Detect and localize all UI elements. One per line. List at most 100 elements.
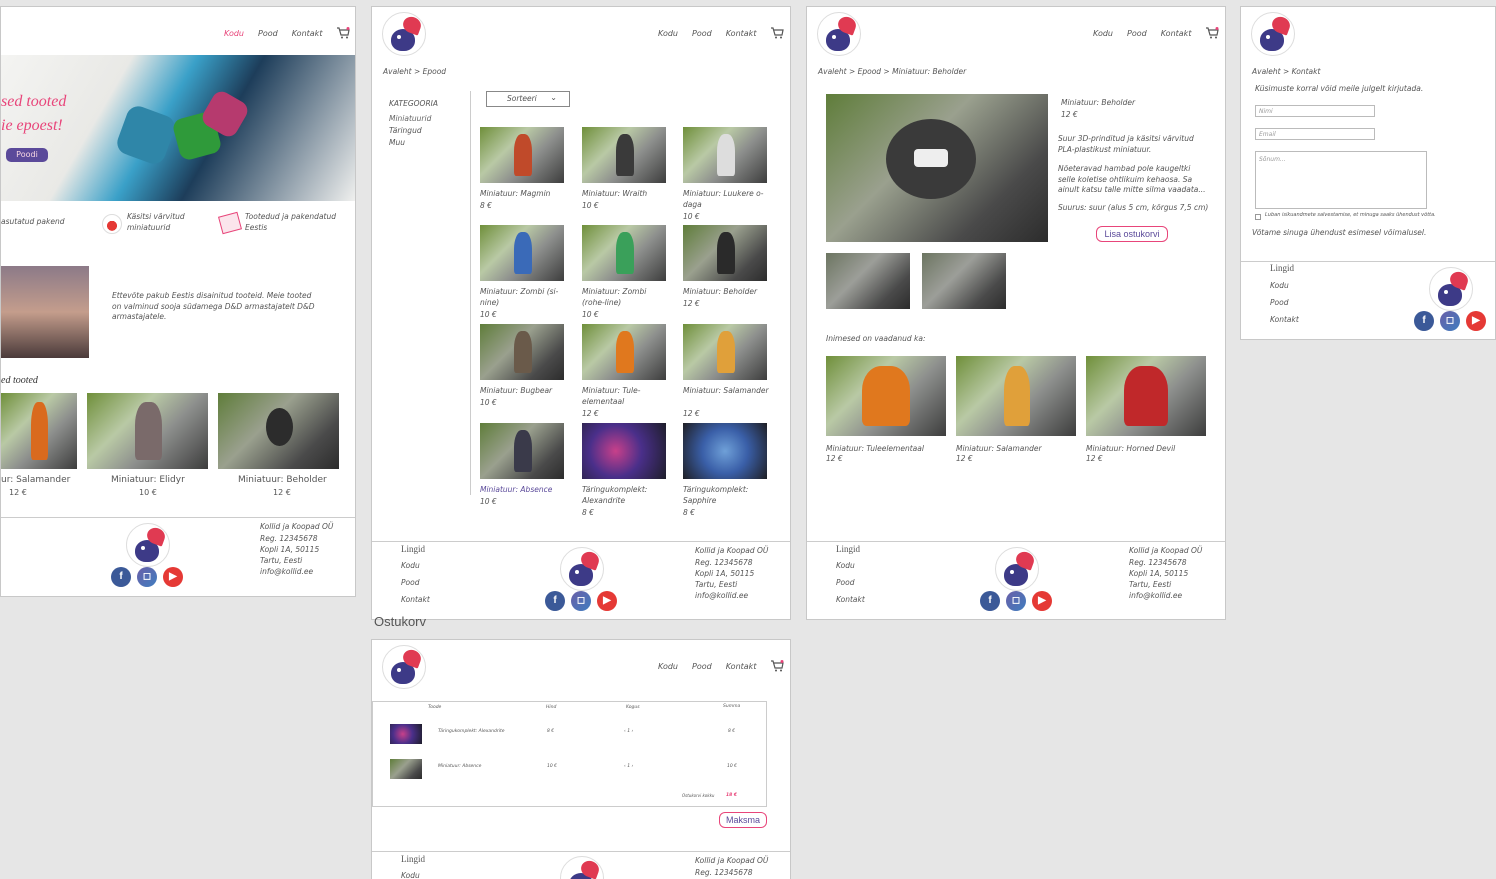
footer-link-home[interactable]: Kodu xyxy=(836,561,855,572)
home-product-name-2[interactable]: Miniatuur: Elidyr xyxy=(111,474,185,487)
related-name-2[interactable]: Miniatuur: Salamander xyxy=(956,444,1042,455)
nav-home-link[interactable]: Kodu xyxy=(1093,29,1113,38)
product-name[interactable]: Miniatuur: Wraith xyxy=(582,189,670,200)
nav-home-link[interactable]: Kodu xyxy=(658,662,678,671)
instagram-icon[interactable]: ◻ xyxy=(1440,311,1460,331)
cart-icon[interactable] xyxy=(1205,27,1220,39)
product-image[interactable] xyxy=(480,127,564,183)
product-image[interactable] xyxy=(480,324,564,380)
home-product-name-3[interactable]: Miniatuur: Beholder xyxy=(238,474,327,487)
name-field[interactable]: Nimi xyxy=(1255,105,1375,117)
product-name[interactable]: Miniatuur: Bugbear xyxy=(480,386,568,397)
cart-row-qty-1[interactable]: ‹ 1 › xyxy=(624,729,633,735)
product-name[interactable]: Miniatuur: Zombi (si-nine) xyxy=(480,287,568,308)
related-image-1[interactable] xyxy=(826,356,946,436)
nav-contact-link[interactable]: Kontakt xyxy=(726,29,757,38)
nav-shop-link[interactable]: Pood xyxy=(692,662,712,671)
footer-link-home[interactable]: Kodu xyxy=(401,871,420,879)
cart-row-qty-2[interactable]: ‹ 1 › xyxy=(624,764,633,770)
logo-icon[interactable] xyxy=(1251,12,1295,56)
hero-shop-button[interactable]: Poodi xyxy=(6,148,48,162)
nav-contact-link[interactable]: Kontakt xyxy=(726,662,757,671)
nav-contact-link[interactable]: Kontakt xyxy=(292,29,323,38)
footer-link-contact[interactable]: Kontakt xyxy=(836,595,865,606)
product-name[interactable]: Miniatuur: Beholder xyxy=(683,287,771,298)
home-product-image-3[interactable] xyxy=(218,393,339,469)
related-image-2[interactable] xyxy=(956,356,1076,436)
footer-logo-icon[interactable] xyxy=(995,547,1039,591)
youtube-icon[interactable]: ▶ xyxy=(1466,311,1486,331)
company-email[interactable]: info@kollid.ee xyxy=(1129,591,1182,602)
product-image[interactable] xyxy=(582,324,666,380)
home-product-image-2[interactable] xyxy=(87,393,208,469)
footer-logo-icon[interactable] xyxy=(1429,267,1473,311)
cart-icon[interactable] xyxy=(770,660,785,672)
nav-contact-link[interactable]: Kontakt xyxy=(1161,29,1192,38)
instagram-icon[interactable]: ◻ xyxy=(1006,591,1026,611)
footer-link-home[interactable]: Kodu xyxy=(1270,281,1289,292)
related-image-3[interactable] xyxy=(1086,356,1206,436)
related-name-1[interactable]: Miniatuur: Tuleelementaal xyxy=(826,444,924,455)
pay-button[interactable]: Maksma xyxy=(719,812,767,828)
facebook-icon[interactable]: f xyxy=(111,567,131,587)
product-name[interactable]: Miniatuur: Magmin xyxy=(480,189,568,200)
cart-icon[interactable] xyxy=(336,27,351,39)
company-email[interactable]: info@kollid.ee xyxy=(260,567,313,578)
category-other[interactable]: Muu xyxy=(389,138,405,149)
company-email[interactable]: info@kollid.ee xyxy=(695,591,748,602)
breadcrumb[interactable]: Avaleht > Epood > Miniatuur: Beholder xyxy=(818,67,966,78)
product-thumbnail-1[interactable] xyxy=(826,253,910,309)
nav-shop-link[interactable]: Pood xyxy=(692,29,712,38)
cart-row-name-1[interactable]: Täringukomplekt: Alexandrite xyxy=(438,729,505,735)
product-image[interactable] xyxy=(480,225,564,281)
instagram-icon[interactable]: ◻ xyxy=(571,591,591,611)
sort-dropdown[interactable]: Sorteeri ⌄ xyxy=(486,91,570,107)
email-field[interactable]: Email xyxy=(1255,128,1375,140)
product-image[interactable] xyxy=(582,423,666,479)
breadcrumb[interactable]: Avaleht > Epood xyxy=(383,67,446,78)
related-name-3[interactable]: Miniatuur: Horned Devil xyxy=(1086,444,1175,455)
cart-row-name-2[interactable]: Miniatuur: Absence xyxy=(438,764,481,770)
product-image[interactable] xyxy=(683,225,767,281)
footer-logo-icon[interactable] xyxy=(560,547,604,591)
youtube-icon[interactable]: ▶ xyxy=(597,591,617,611)
youtube-icon[interactable]: ▶ xyxy=(163,567,183,587)
cart-icon[interactable] xyxy=(770,27,785,39)
logo-icon[interactable] xyxy=(382,12,426,56)
facebook-icon[interactable]: f xyxy=(980,591,1000,611)
nav-home-link[interactable]: Kodu xyxy=(224,29,244,38)
footer-link-contact[interactable]: Kontakt xyxy=(1270,315,1299,326)
footer-logo-icon[interactable] xyxy=(126,523,170,567)
footer-link-home[interactable]: Kodu xyxy=(401,561,420,572)
product-name[interactable]: Miniatuur: Salamander xyxy=(683,386,771,397)
logo-icon[interactable] xyxy=(817,12,861,56)
product-name[interactable]: Täringukomplekt: Alexandrite xyxy=(582,485,670,506)
home-product-name-1[interactable]: ur: Salamander xyxy=(1,474,70,487)
product-image[interactable] xyxy=(683,127,767,183)
nav-shop-link[interactable]: Pood xyxy=(1127,29,1147,38)
product-name[interactable]: Miniatuur: Luukere o-daga xyxy=(683,189,771,210)
product-image[interactable] xyxy=(683,423,767,479)
logo-icon[interactable] xyxy=(382,645,426,689)
product-name[interactable]: Täringukomplekt: Sapphire xyxy=(683,485,771,506)
instagram-icon[interactable]: ◻ xyxy=(137,567,157,587)
product-image[interactable] xyxy=(683,324,767,380)
nav-shop-link[interactable]: Pood xyxy=(258,29,278,38)
product-name[interactable]: Miniatuur: Tule-elementaal xyxy=(582,386,670,407)
facebook-icon[interactable]: f xyxy=(1414,311,1434,331)
add-to-cart-button[interactable]: Lisa ostukorvi xyxy=(1096,226,1168,242)
youtube-icon[interactable]: ▶ xyxy=(1032,591,1052,611)
nav-home-link[interactable]: Kodu xyxy=(658,29,678,38)
product-thumbnail-2[interactable] xyxy=(922,253,1006,309)
footer-link-shop[interactable]: Pood xyxy=(401,578,419,589)
footer-link-shop[interactable]: Pood xyxy=(1270,298,1288,309)
footer-logo-icon[interactable] xyxy=(560,856,604,879)
product-image[interactable] xyxy=(582,127,666,183)
product-name[interactable]: Miniatuur: Absence xyxy=(480,485,568,496)
product-image[interactable] xyxy=(582,225,666,281)
footer-link-shop[interactable]: Pood xyxy=(836,578,854,589)
breadcrumb[interactable]: Avaleht > Kontakt xyxy=(1252,67,1320,78)
message-field[interactable]: Sõnum... xyxy=(1255,151,1427,209)
footer-link-contact[interactable]: Kontakt xyxy=(401,595,430,606)
product-image[interactable] xyxy=(480,423,564,479)
